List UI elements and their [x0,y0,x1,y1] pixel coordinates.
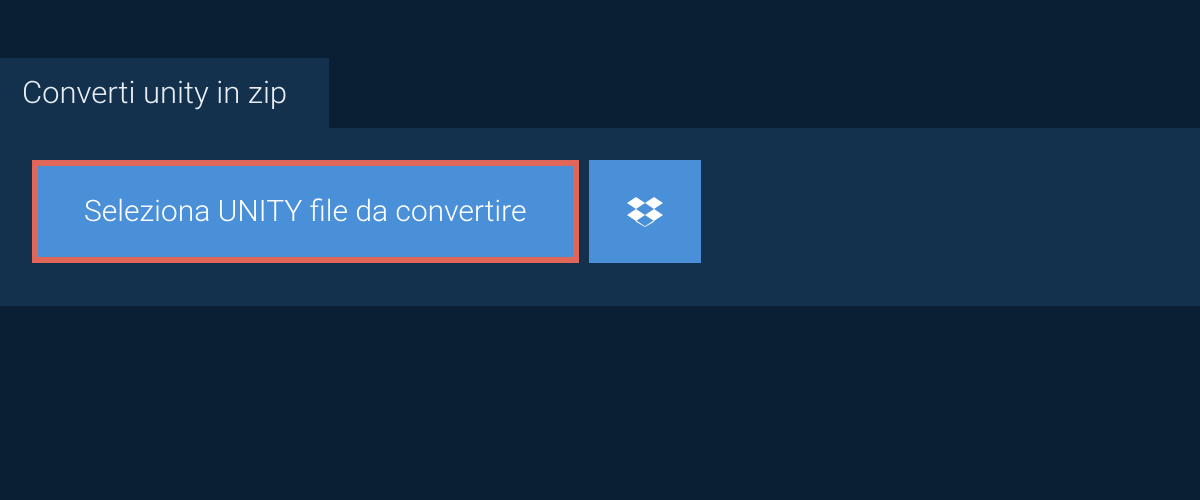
dropbox-button[interactable] [589,160,701,263]
button-row: Seleziona UNITY file da convertire [32,160,1168,263]
content-panel: Seleziona UNITY file da convertire [0,128,1200,306]
select-file-label: Seleziona UNITY file da convertire [84,194,527,229]
dropbox-icon [627,194,663,230]
select-file-button[interactable]: Seleziona UNITY file da convertire [38,166,573,257]
tab-bar: Converti unity in zip [0,58,329,129]
select-file-highlight-frame: Seleziona UNITY file da convertire [32,160,579,263]
tab-label: Converti unity in zip [22,74,287,111]
tab-convert-unity-zip[interactable]: Converti unity in zip [0,58,329,129]
